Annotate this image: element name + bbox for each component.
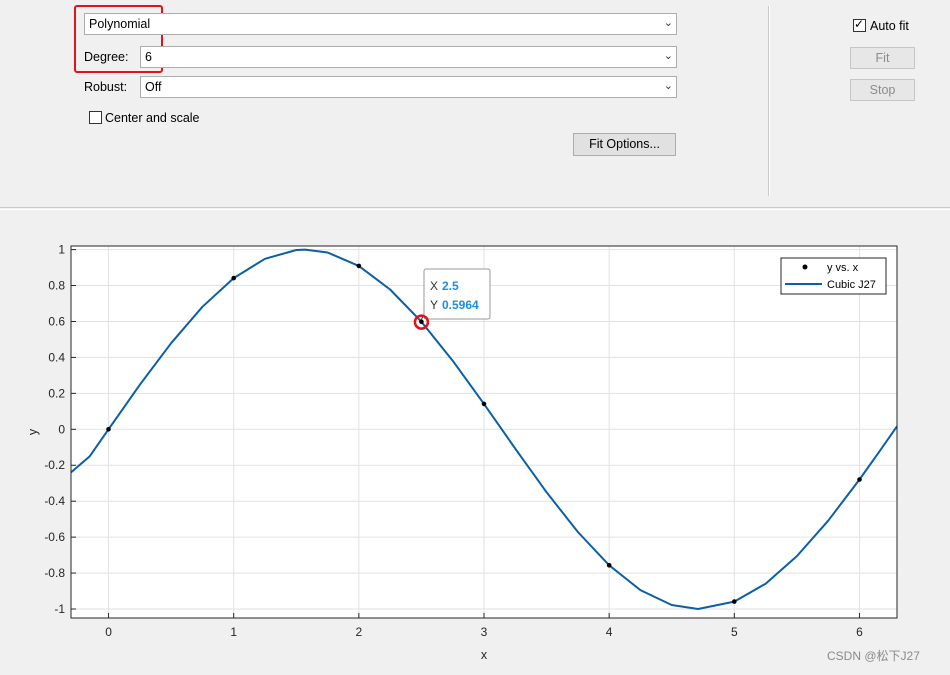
fit-type-dropdown[interactable]: Polynomial ⌄ <box>84 13 677 35</box>
x-axis-label: x <box>481 648 488 662</box>
x-tick-labels: 0 1 2 3 4 5 6 <box>105 625 863 639</box>
y-tick-label: -0.6 <box>44 530 65 544</box>
y-tick-label: 0.6 <box>48 314 65 328</box>
watermark: CSDN @松下J27 <box>827 649 920 663</box>
auto-fit-label: Auto fit <box>870 19 909 33</box>
robust-dropdown[interactable]: Off ⌄ <box>140 76 677 98</box>
degree-label: Degree: <box>84 50 129 64</box>
robust-label: Robust: <box>84 80 128 94</box>
data-point <box>857 477 862 482</box>
datatip-x-value: 2.5 <box>442 279 459 293</box>
x-tick-label: 5 <box>731 625 738 639</box>
datatip-x-label: X <box>430 279 438 293</box>
auto-fit-checkbox[interactable]: ✓ <box>853 17 866 32</box>
y-tick-label: 0.4 <box>48 350 65 364</box>
x-tick-label: 1 <box>230 625 237 639</box>
fit-button[interactable]: Fit <box>850 47 915 69</box>
x-tick-label: 0 <box>105 625 112 639</box>
degree-value: 6 <box>145 50 152 64</box>
datatip-y-value: 0.5964 <box>442 298 479 312</box>
vertical-divider <box>768 6 770 196</box>
datatip-y-label: Y <box>430 298 438 312</box>
y-tick-label: -0.4 <box>44 494 65 508</box>
y-tick-label: 0.8 <box>48 279 65 293</box>
robust-value: Off <box>145 80 162 94</box>
fit-plot[interactable]: 0 1 2 3 4 5 6 1 0.8 0.6 0.4 0.2 0 -0.2 -0.4 -0.6 -0.8 -1… <box>0 210 950 672</box>
y-tick-label: 1 <box>58 243 65 257</box>
fit-options-button[interactable]: Fit Options... <box>573 133 676 156</box>
legend-label-data: y vs. x <box>827 262 859 274</box>
x-tick-label: 4 <box>606 625 613 639</box>
fit-type-value: Polynomial <box>89 17 151 31</box>
y-tick-label: -1 <box>54 602 65 616</box>
checkmark-icon: ✓ <box>854 17 865 31</box>
data-point <box>481 401 487 407</box>
x-tick-label: 3 <box>481 625 488 639</box>
y-tick-label: 0.2 <box>48 386 65 400</box>
data-point <box>732 599 737 604</box>
y-tick-labels: 1 0.8 0.6 0.4 0.2 0 -0.2 -0.4 -0.6 -0.8 -1 <box>44 243 65 616</box>
data-point <box>606 563 612 568</box>
x-tick-label: 6 <box>856 625 863 639</box>
legend-marker-dot <box>802 264 808 270</box>
chevron-down-icon: ⌄ <box>663 17 673 29</box>
center-scale-label: Center and scale <box>105 111 200 125</box>
data-point <box>231 275 236 281</box>
plot-panel: 0 1 2 3 4 5 6 1 0.8 0.6 0.4 0.2 0 -0.2 -0.4 -0.6 -0.8 -1… <box>0 210 950 672</box>
data-point <box>106 427 111 432</box>
x-tick-label: 2 <box>356 625 363 639</box>
y-axis-label: y <box>26 428 40 435</box>
chevron-down-icon: ⌄ <box>663 80 673 92</box>
legend-label-fit: Cubic J27 <box>827 279 876 291</box>
legend[interactable]: y vs. x Cubic J27 <box>780 257 887 295</box>
center-scale-checkbox[interactable] <box>89 111 102 124</box>
fit-settings-panel: Polynomial ⌄ Degree: 6 ⌄ Robust: Off ⌄ C… <box>0 0 950 207</box>
data-point <box>356 263 362 269</box>
y-tick-label: -0.8 <box>44 566 65 580</box>
y-tick-label: 0 <box>58 422 65 436</box>
degree-dropdown[interactable]: 6 ⌄ <box>140 46 677 68</box>
y-tick-label: -0.2 <box>44 458 65 472</box>
stop-button[interactable]: Stop <box>850 79 915 101</box>
chevron-down-icon: ⌄ <box>663 50 673 62</box>
